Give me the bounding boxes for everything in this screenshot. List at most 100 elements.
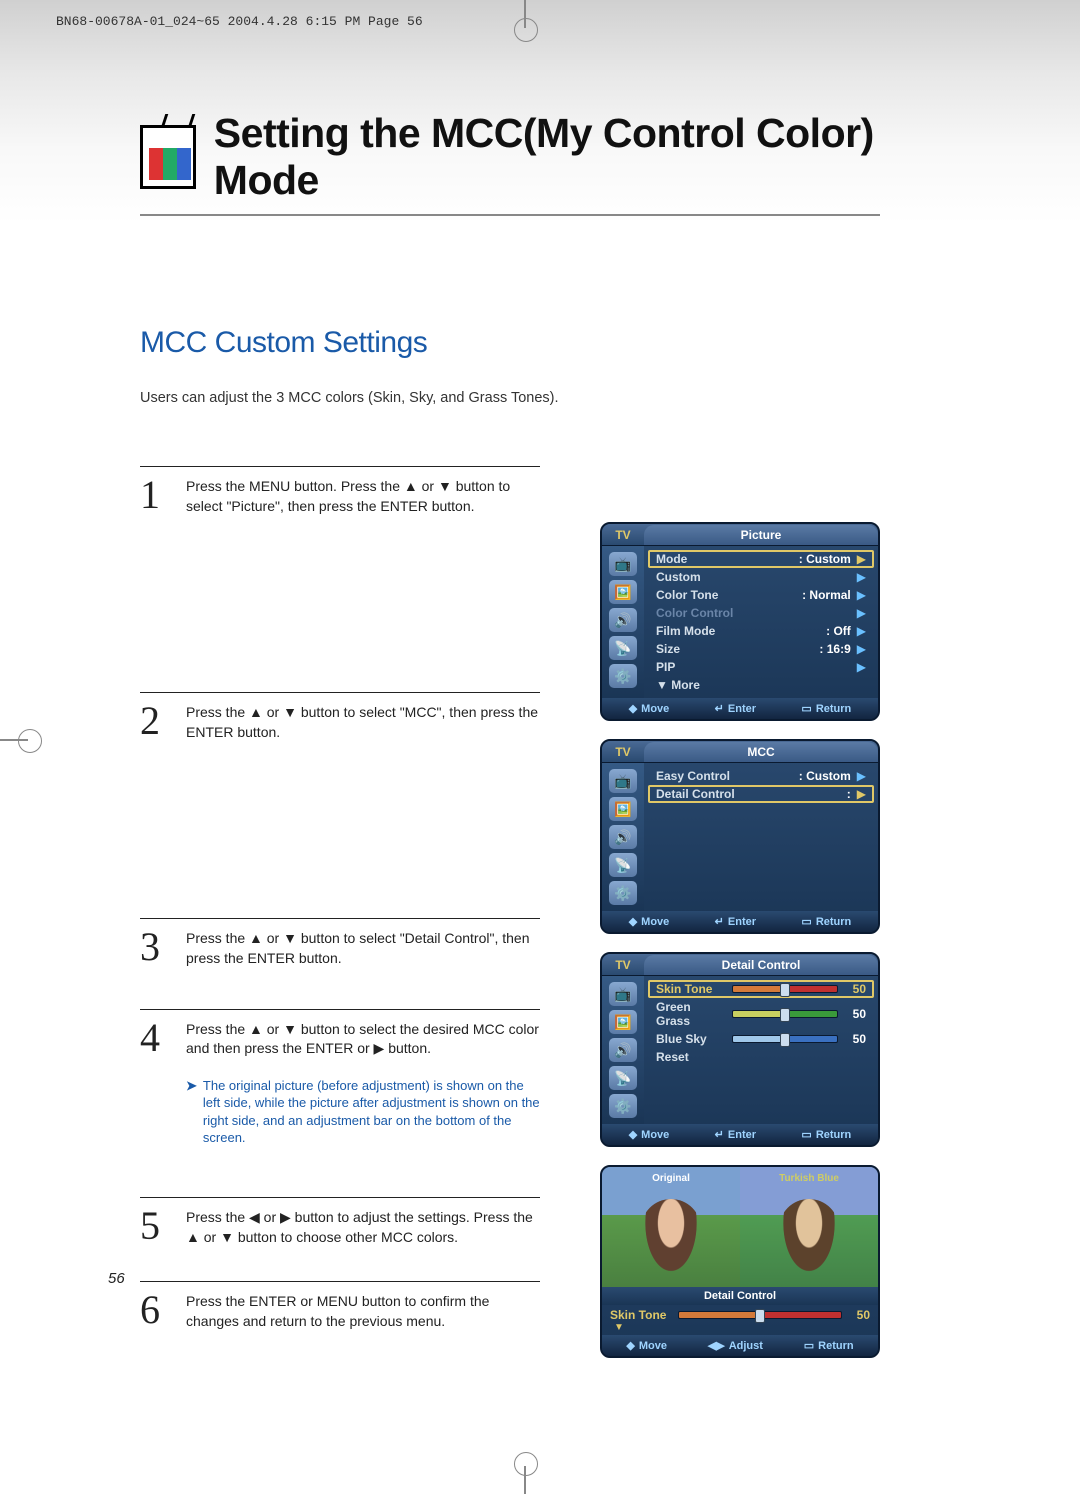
slider-track[interactable] xyxy=(732,1035,838,1043)
osd-sidebar-icons: 📺 🖼️ 🔊 📡 ⚙️ xyxy=(602,763,644,911)
step-number: 5 xyxy=(140,1208,172,1247)
sidebar-icon: 🖼️ xyxy=(609,1010,637,1034)
menu-row[interactable]: Detail Control :▶ xyxy=(648,785,874,803)
osd-picture-menu: TV Picture 📺 🖼️ 🔊 📡 ⚙️ Mode : Custom▶Cus… xyxy=(600,522,880,721)
step-5: 5 Press the ◀ or ▶ button to adjust the … xyxy=(140,1197,540,1281)
row-label: Detail Control xyxy=(656,787,735,801)
step-number: 2 xyxy=(140,703,172,742)
slider-label: Skin Tone xyxy=(656,982,726,996)
sidebar-icon: 📺 xyxy=(609,982,637,1006)
menu-row[interactable]: Color Control ▶ xyxy=(648,604,874,622)
row-arrow-icon: ▶ xyxy=(857,769,866,783)
page-title: Setting the MCC(My Control Color) Mode xyxy=(214,110,880,204)
slider-value: 50 xyxy=(844,982,866,996)
slider-label: Skin Tone xyxy=(610,1308,672,1322)
sidebar-icon: 🔊 xyxy=(609,1038,637,1062)
note-arrow-icon: ➤ xyxy=(186,1077,197,1147)
row-arrow-icon: ▶ xyxy=(857,660,866,674)
step-number: 3 xyxy=(140,929,172,968)
slider-value: 50 xyxy=(844,1007,866,1021)
row-label: Color Tone xyxy=(656,588,718,602)
return-icon: ▭ xyxy=(801,702,811,715)
step-number: 1 xyxy=(140,477,172,516)
return-icon: ▭ xyxy=(804,1339,814,1352)
intro-text: Users can adjust the 3 MCC colors (Skin,… xyxy=(140,390,880,406)
osd-footer: ◆Move ◀▶Adjust ▭Return xyxy=(602,1335,878,1356)
person-illustration-icon xyxy=(779,1199,839,1279)
osd-title: Detail Control xyxy=(644,955,878,975)
crop-mark-icon xyxy=(510,1454,540,1494)
row-label: ▼ More xyxy=(656,678,700,692)
step-text: Press the ENTER or MENU button to confir… xyxy=(186,1292,540,1331)
step-4: 4 Press the ▲ or ▼ button to select the … xyxy=(140,1009,540,1197)
slider-row[interactable]: Blue Sky 50 xyxy=(648,1030,874,1048)
sidebar-icon: 🔊 xyxy=(609,608,637,632)
row-label: Easy Control xyxy=(656,769,730,783)
move-icon: ◆ xyxy=(629,1128,637,1141)
step-text: Press the ▲ or ▼ button to select "Detai… xyxy=(186,929,540,968)
row-label: Mode xyxy=(656,552,687,566)
osd-title: MCC xyxy=(644,742,878,762)
crop-mark-icon xyxy=(510,0,540,40)
menu-row[interactable]: Easy Control : Custom ▶ xyxy=(648,767,874,785)
divider xyxy=(140,214,880,216)
slider-row[interactable]: Skin Tone 50 xyxy=(648,980,874,998)
sidebar-icon: 📡 xyxy=(609,636,637,660)
osd-preview: Original Turkish Blue Detail Control Ski… xyxy=(600,1165,880,1358)
step-3: 3 Press the ▲ or ▼ button to select "Det… xyxy=(140,918,540,1008)
menu-row[interactable]: Color Tone : Normal▶ xyxy=(648,586,874,604)
osd-footer: ◆Move ↵Enter ▭Return xyxy=(602,911,878,932)
menu-row[interactable]: Mode : Custom ▶ xyxy=(648,550,874,568)
step-text: Press the ▲ or ▼ button to select the de… xyxy=(186,1020,540,1147)
row-label: Size xyxy=(656,642,680,656)
sidebar-icon: 📡 xyxy=(609,853,637,877)
slider-track[interactable] xyxy=(678,1311,842,1319)
sidebar-icon: ⚙️ xyxy=(609,1094,637,1118)
slider-thumb-icon[interactable] xyxy=(780,1033,790,1047)
step-text: Press the MENU button. Press the ▲ or ▼ … xyxy=(186,477,540,516)
row-arrow-icon: ▶ xyxy=(857,642,866,656)
row-value: : Custom xyxy=(799,552,851,566)
person-illustration-icon xyxy=(641,1199,701,1279)
row-label: Film Mode xyxy=(656,624,715,638)
slider-thumb-icon[interactable] xyxy=(780,1008,790,1022)
row-arrow-icon: ▶ xyxy=(857,552,866,566)
step-2: 2 Press the ▲ or ▼ button to select "MCC… xyxy=(140,692,540,918)
slider-label: Blue Sky xyxy=(656,1032,726,1046)
menu-row[interactable]: ▼ More xyxy=(648,676,874,694)
preview-slider[interactable]: Skin Tone 50 xyxy=(610,1308,870,1322)
menu-row[interactable]: Custom ▶ xyxy=(648,568,874,586)
page-number: 56 xyxy=(108,1270,125,1287)
row-value: : xyxy=(847,787,851,801)
row-label: Custom xyxy=(656,570,701,584)
osd-tv-tab: TV xyxy=(602,958,644,972)
preview-original: Original xyxy=(602,1167,740,1287)
osd-mcc-menu: TV MCC 📺 🖼️ 🔊 📡 ⚙️ Easy Control : Custom… xyxy=(600,739,880,934)
menu-row[interactable]: Size : 16:9▶ xyxy=(648,640,874,658)
slider-thumb-icon[interactable] xyxy=(755,1309,765,1323)
return-icon: ▭ xyxy=(801,1128,811,1141)
slider-row[interactable]: Green Grass 50 xyxy=(648,998,874,1030)
row-arrow-icon: ▶ xyxy=(857,606,866,620)
return-icon: ▭ xyxy=(801,915,811,928)
row-value: : Custom xyxy=(799,769,851,783)
menu-row[interactable]: PIP ▶ xyxy=(648,658,874,676)
enter-icon: ↵ xyxy=(715,1128,724,1141)
sidebar-icon: 🔊 xyxy=(609,825,637,849)
row-arrow-icon: ▶ xyxy=(857,624,866,638)
osd-footer: ◆Move ↵Enter ▭Return xyxy=(602,1124,878,1145)
slider-thumb-icon[interactable] xyxy=(780,983,790,997)
menu-row[interactable]: Film Mode : Off▶ xyxy=(648,622,874,640)
osd-footer: ◆Move ↵Enter ▭Return xyxy=(602,698,878,719)
step-1: 1 Press the MENU button. Press the ▲ or … xyxy=(140,466,540,692)
sidebar-icon: 📺 xyxy=(609,552,637,576)
row-label: Color Control xyxy=(656,606,733,620)
down-arrow-icon: ▼ xyxy=(614,1322,870,1333)
sidebar-icon: ⚙️ xyxy=(609,881,637,905)
row-value: : Normal xyxy=(802,588,851,602)
sidebar-icon: 🖼️ xyxy=(609,580,637,604)
reset-row[interactable]: Reset xyxy=(648,1048,874,1066)
slider-track[interactable] xyxy=(732,985,838,993)
preview-mid-title: Detail Control xyxy=(602,1287,878,1305)
slider-track[interactable] xyxy=(732,1010,838,1018)
